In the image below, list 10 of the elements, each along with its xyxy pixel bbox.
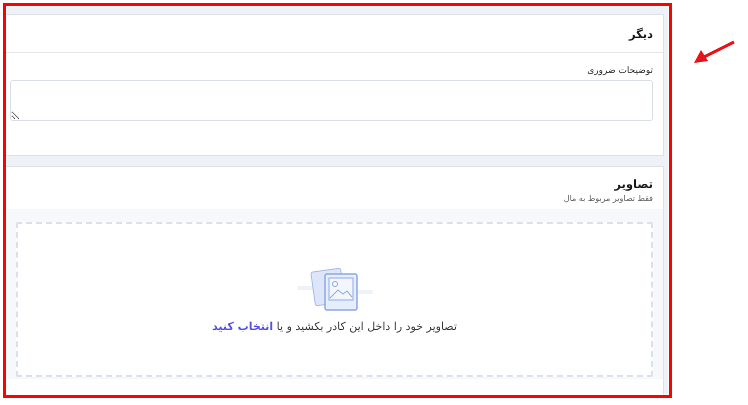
arrow-icon (692, 40, 736, 66)
select-link[interactable]: انتخاب کنید (212, 320, 274, 333)
drop-hint: تصاویر خود را داخل این کادر بکشید و یا انتخاب کنید (212, 320, 457, 333)
section-title: تصاویر (612, 177, 653, 191)
section-subtitle: فقط تصاویر مربوط به مال (562, 194, 653, 203)
section-title: دیگر (628, 26, 653, 40)
image-icon (294, 266, 374, 312)
description-field[interactable] (10, 80, 653, 121)
field-label: توضیحات ضروری (586, 66, 653, 76)
drop-zone[interactable]: تصاویر خود را داخل این کادر بکشید و یا انتخاب کنید (16, 222, 653, 377)
